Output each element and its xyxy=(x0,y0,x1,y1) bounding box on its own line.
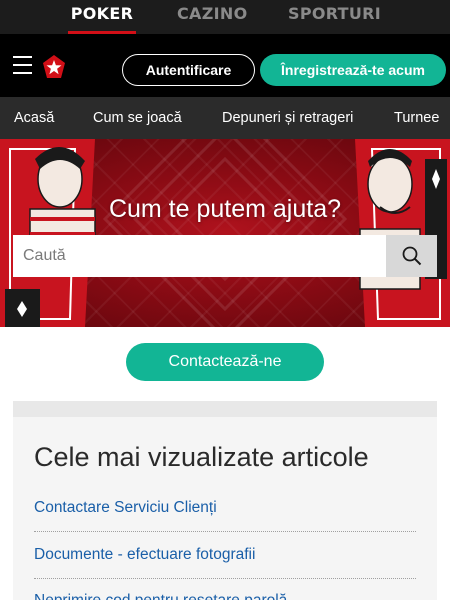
login-button[interactable]: Autentificare xyxy=(122,54,255,86)
subnav-item-home[interactable]: Acasă xyxy=(14,97,54,139)
hero-banner: Cum te putem ajuta? xyxy=(0,139,450,327)
subnav: Acasă Cum se joacă Depuneri și retrageri… xyxy=(0,97,450,139)
hero-background-art xyxy=(0,139,450,327)
article-link[interactable]: Neprimire cod pentru resetare parolă xyxy=(34,592,416,600)
most-viewed-articles: Cele mai vizualizate articole Contactare… xyxy=(13,401,437,600)
search-input[interactable] xyxy=(13,235,386,277)
subnav-item-deposits-withdrawals[interactable]: Depuneri și retrageri xyxy=(222,97,353,139)
search-icon xyxy=(402,246,421,266)
subnav-item-how-to-play[interactable]: Cum se joacă xyxy=(93,97,182,139)
product-tabs: POKER CAZINO SPORTURI xyxy=(0,0,450,34)
article-link[interactable]: Contactare Serviciu Clienți xyxy=(34,499,416,532)
search-bar xyxy=(13,235,437,277)
hero-title: Cum te putem ajuta? xyxy=(108,195,342,223)
contact-button[interactable]: Contactează-ne xyxy=(126,343,324,381)
search-button[interactable] xyxy=(386,235,437,277)
tab-poker[interactable]: POKER xyxy=(68,0,136,34)
article-link[interactable]: Documente - efectuare fotografii xyxy=(34,546,416,579)
pokerstars-logo-icon[interactable] xyxy=(40,54,68,80)
articles-title: Cele mai vizualizate articole xyxy=(34,442,369,472)
register-button[interactable]: Înregistrează-te acum xyxy=(260,54,446,86)
header: Autentificare Înregistrează-te acum xyxy=(0,34,450,97)
queen-card-left xyxy=(0,139,96,327)
king-card-right xyxy=(355,139,450,327)
contact-section: Contactează-ne xyxy=(0,327,450,395)
menu-icon[interactable] xyxy=(13,56,32,74)
subnav-item-tournaments[interactable]: Turnee xyxy=(394,97,439,139)
tab-sports[interactable]: SPORTURI xyxy=(288,0,381,34)
tab-casino[interactable]: CAZINO xyxy=(177,0,247,34)
